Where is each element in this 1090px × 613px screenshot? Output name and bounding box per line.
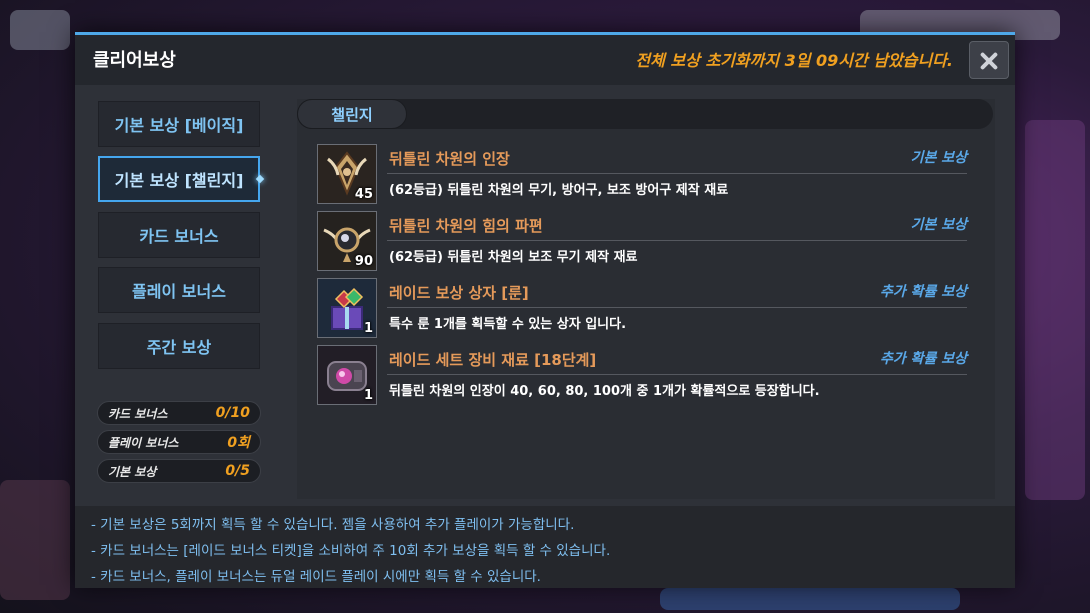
reset-notice: 전체 보상 초기화까지 3일 09시간 남았습니다.: [635, 51, 953, 70]
item-quantity: 1: [363, 388, 373, 403]
reward-item[interactable]: 45 뒤틀린 차원의 인장 기본 보상 (62등급) 뒤틀린 차원의 무기, 방…: [317, 144, 967, 206]
close-button[interactable]: [969, 41, 1009, 79]
stat-play-bonus: 플레이 보너스 0회: [97, 430, 261, 454]
note-line: - 카드 보너스는 [레이드 보너스 티켓]을 소비하여 주 10회 추가 보상…: [91, 543, 611, 559]
stat-label: 플레이 보너스: [108, 435, 179, 450]
stat-label: 카드 보너스: [108, 406, 168, 421]
dialog-title: 클리어보상: [93, 50, 176, 71]
reward-item[interactable]: 1 레이드 보상 상자 [룬] 추가 확률 보상 특수 룬 1개를 획득할 수 …: [317, 278, 967, 340]
reward-list-panel: 챌린지 45 뒤틀린 차원의 인장 기본 보상 (62등급) 뒤틀린 차원의 무…: [297, 99, 995, 499]
sidebar-item-weekly[interactable]: 주간 보상: [98, 323, 260, 369]
item-description: 특수 룬 1개를 획득할 수 있는 상자 입니다.: [389, 317, 627, 332]
sidebar-item-challenge[interactable]: 기본 보상 [챌린지]: [98, 156, 260, 202]
background-blur: [10, 10, 70, 50]
divider: [387, 307, 967, 308]
stat-card-bonus: 카드 보너스 0/10: [97, 401, 261, 425]
clear-reward-dialog: 클리어보상 전체 보상 초기화까지 3일 09시간 남았습니다. 기본 보상 […: [75, 32, 1015, 588]
sidebar-item-play-bonus[interactable]: 플레이 보너스: [98, 267, 260, 313]
item-name: 레이드 보상 상자 [룬]: [389, 284, 529, 302]
dialog-header: 클리어보상 전체 보상 초기화까지 3일 09시간 남았습니다.: [75, 35, 1015, 85]
item-description: (62등급) 뒤틀린 차원의 보조 무기 제작 재료: [389, 250, 638, 265]
item-type: 추가 확률 보상: [879, 351, 967, 367]
item-type: 기본 보상: [910, 150, 967, 166]
item-quantity: 90: [354, 254, 373, 269]
stat-value: 0/10: [215, 405, 250, 421]
notes-section: - 기본 보상은 5회까지 획득 할 수 있습니다. 젬을 사용하여 추가 플레…: [75, 506, 1015, 588]
item-name: 뒤틀린 차원의 힘의 파편: [389, 217, 543, 235]
item-description: 뒤틀린 차원의 인장이 40, 60, 80, 100개 중 1개가 확률적으로…: [389, 384, 820, 399]
gear-material-icon: 1: [317, 345, 377, 405]
sidebar-item-card-bonus[interactable]: 카드 보너스: [98, 212, 260, 258]
item-name: 뒤틀린 차원의 인장: [389, 150, 510, 168]
note-line: - 카드 보너스, 플레이 보너스는 듀얼 레이드 플레이 시에만 획득 할 수…: [91, 569, 541, 585]
item-quantity: 1: [363, 321, 373, 336]
stat-basic-reward: 기본 보상 0/5: [97, 459, 261, 483]
item-description: (62등급) 뒤틀린 차원의 무기, 방어구, 보조 방어구 제작 재료: [389, 183, 729, 198]
note-line: - 기본 보상은 5회까지 획득 할 수 있습니다. 젬을 사용하여 추가 플레…: [91, 517, 575, 533]
divider: [387, 240, 967, 241]
reward-item[interactable]: 90 뒤틀린 차원의 힘의 파편 기본 보상 (62등급) 뒤틀린 차원의 보조…: [317, 211, 967, 273]
tab-bar: 챌린지: [297, 99, 993, 129]
item-type: 추가 확률 보상: [879, 284, 967, 300]
item-name: 레이드 세트 장비 재료 [18단계]: [389, 351, 597, 369]
divider: [387, 173, 967, 174]
tab-challenge[interactable]: 챌린지: [297, 99, 407, 129]
background-blur: [1025, 120, 1085, 500]
sidebar-item-basic[interactable]: 기본 보상 [베이직]: [98, 101, 260, 147]
rune-box-icon: 1: [317, 278, 377, 338]
divider: [387, 374, 967, 375]
stat-label: 기본 보상: [108, 464, 157, 479]
item-type: 기본 보상: [910, 217, 967, 233]
background-blur: [660, 588, 960, 610]
background-blur: [0, 480, 70, 600]
stat-value: 0/5: [225, 463, 250, 479]
stat-value: 0회: [227, 435, 250, 451]
reward-item[interactable]: 1 레이드 세트 장비 재료 [18단계] 추가 확률 보상 뒤틀린 차원의 인…: [317, 345, 967, 407]
seal-icon: 45: [317, 144, 377, 204]
item-quantity: 45: [354, 187, 373, 202]
fragment-icon: 90: [317, 211, 377, 271]
